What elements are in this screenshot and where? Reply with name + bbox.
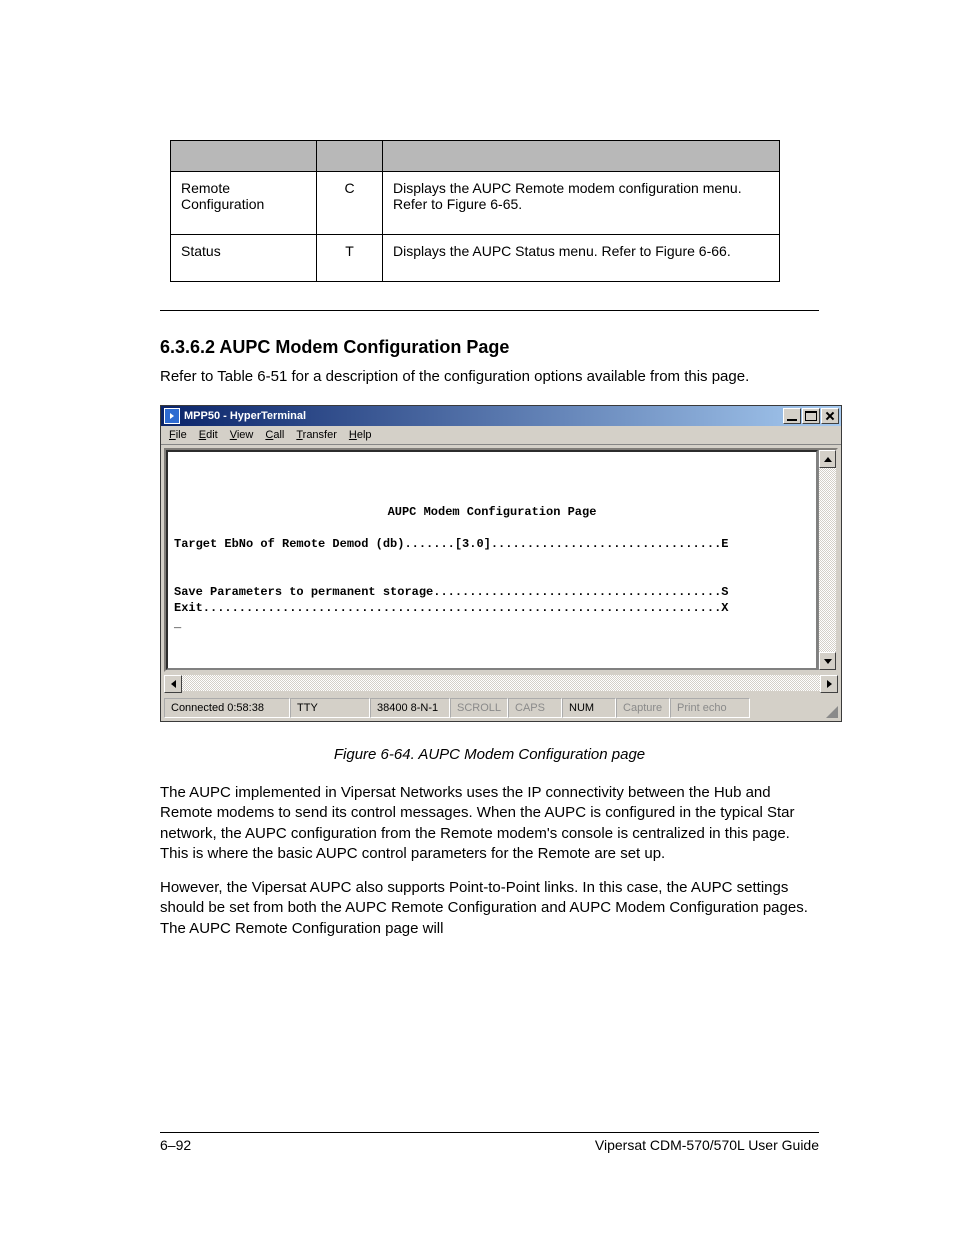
- terminal-line: Target EbNo of Remote Demod (db).......[…: [174, 537, 729, 551]
- terminal-line: Exit....................................…: [174, 601, 729, 615]
- terminal-title: AUPC Modem Configuration Page: [174, 504, 810, 520]
- app-icon: [164, 408, 180, 424]
- table-row: Status T Displays the AUPC Status menu. …: [171, 235, 780, 282]
- page-number: 6–92: [160, 1137, 191, 1153]
- cell-key: C: [317, 172, 383, 235]
- cell-desc: Displays the AUPC Remote modem configura…: [383, 172, 780, 235]
- scroll-track[interactable]: [819, 468, 836, 652]
- terminal-area[interactable]: AUPC Modem Configuration Page Target EbN…: [166, 450, 818, 670]
- cell-desc: Displays the AUPC Status menu. Refer to …: [383, 235, 780, 282]
- menu-view[interactable]: View: [230, 429, 254, 441]
- menu-file[interactable]: File: [169, 429, 187, 441]
- section-heading: 6.3.6.2 AUPC Modem Configuration Page: [160, 337, 819, 358]
- table-row: Remote Configuration C Displays the AUPC…: [171, 172, 780, 235]
- maximize-button[interactable]: [802, 408, 820, 424]
- minimize-button[interactable]: [783, 408, 801, 424]
- scroll-right-icon[interactable]: [820, 675, 838, 693]
- cell-name: Status: [171, 235, 317, 282]
- hyperterminal-window: MPP50 - HyperTerminal File Edit View Cal…: [160, 405, 842, 722]
- status-caps: CAPS: [508, 698, 562, 718]
- status-scroll: SCROLL: [450, 698, 508, 718]
- cell-name: Remote Configuration: [171, 172, 317, 235]
- horizontal-scrollbar[interactable]: [164, 675, 838, 693]
- body-paragraph: However, the Vipersat AUPC also supports…: [160, 878, 819, 939]
- scroll-down-icon[interactable]: [819, 652, 836, 670]
- figure-caption: Figure 6-64. AUPC Modem Configuration pa…: [160, 746, 819, 763]
- status-connected: Connected 0:58:38: [164, 698, 290, 718]
- menu-call[interactable]: Call: [265, 429, 284, 441]
- resize-grip-icon[interactable]: [824, 704, 838, 718]
- vertical-scrollbar[interactable]: [818, 450, 836, 670]
- title-bar[interactable]: MPP50 - HyperTerminal: [161, 406, 841, 426]
- status-bar: Connected 0:58:38 TTY 38400 8-N-1 SCROLL…: [161, 696, 841, 721]
- terminal-line: Save Parameters to permanent storage....…: [174, 585, 729, 599]
- scroll-track[interactable]: [182, 675, 820, 691]
- menu-help[interactable]: Help: [349, 429, 372, 441]
- section-rule: [160, 310, 819, 311]
- close-button[interactable]: [821, 408, 839, 424]
- status-echo: Print echo: [670, 698, 750, 718]
- scroll-left-icon[interactable]: [164, 675, 182, 693]
- menu-bar: File Edit View Call Transfer Help: [161, 426, 841, 445]
- intro-text: Refer to Table 6-51 for a description of…: [160, 368, 819, 385]
- status-format: 38400 8-N-1: [370, 698, 450, 718]
- terminal-cursor: _: [174, 617, 181, 631]
- scroll-up-icon[interactable]: [819, 450, 836, 468]
- options-table: Remote Configuration C Displays the AUPC…: [170, 140, 780, 282]
- doc-title: Vipersat CDM-570/570L User Guide: [595, 1137, 819, 1153]
- body-paragraph: The AUPC implemented in Vipersat Network…: [160, 783, 819, 864]
- cell-key: T: [317, 235, 383, 282]
- status-num: NUM: [562, 698, 616, 718]
- page-footer: 6–92 Vipersat CDM-570/570L User Guide: [160, 1132, 819, 1153]
- status-capture: Capture: [616, 698, 670, 718]
- status-mode: TTY: [290, 698, 370, 718]
- menu-transfer[interactable]: Transfer: [296, 429, 337, 441]
- menu-edit[interactable]: Edit: [199, 429, 218, 441]
- window-title: MPP50 - HyperTerminal: [184, 410, 306, 422]
